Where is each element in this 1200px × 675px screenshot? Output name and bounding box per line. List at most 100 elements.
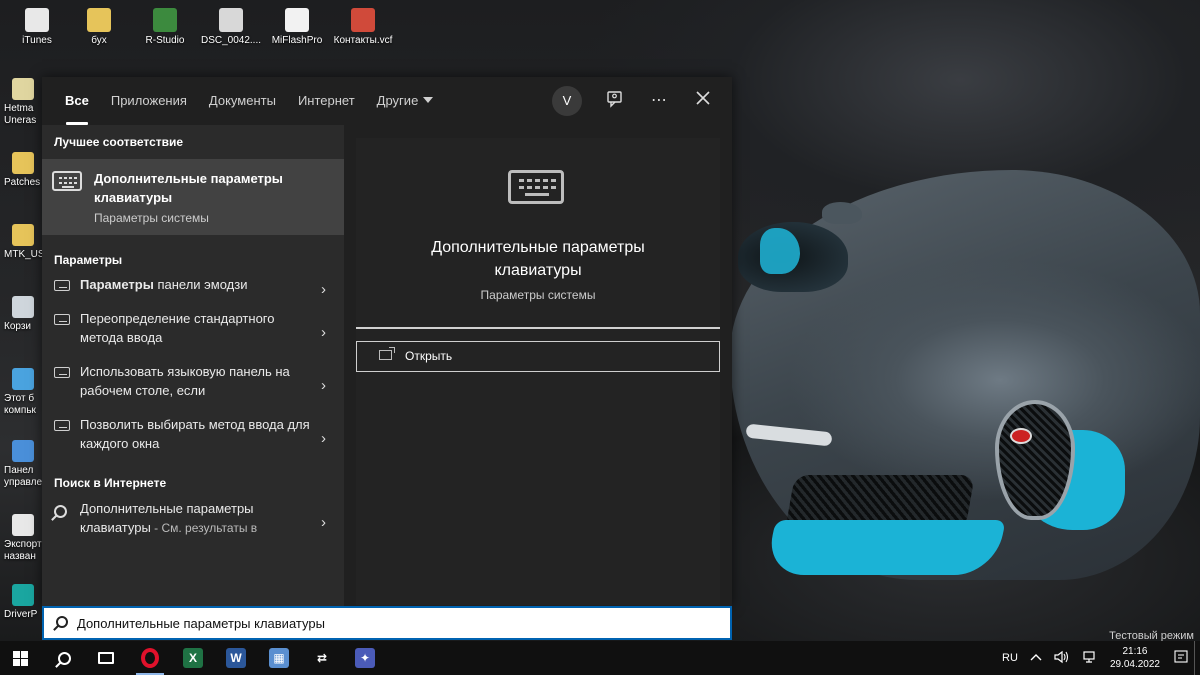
opera-icon [141,648,159,668]
chevron-right-icon: › [321,514,326,531]
best-match-title: Дополнительные параметры клавиатуры [94,171,283,205]
desktop-icon-label: Панел [4,465,34,476]
taskbar-app-button[interactable]: X [173,641,213,675]
desktop-icon-label: бух [91,35,107,46]
desktop-icon-label: iTunes [22,35,52,46]
system-tray: RU 21:16 29.04.2022 [996,641,1200,675]
divider [356,327,720,329]
word-icon: W [226,648,246,668]
network-icon[interactable] [1076,650,1102,667]
desktop-icon[interactable]: Корзи [0,296,44,333]
desktop-icon[interactable]: MiFlashPro [262,8,332,47]
desktop-icon-label: R-Studio [145,35,185,46]
desktop-icon-label: MTK_US [4,249,44,260]
search-input[interactable]: Дополнительные параметры клавиатуры [42,606,732,640]
search-panel: Все Приложения Документы Интернет Другие… [42,77,732,606]
search-icon [54,505,67,518]
desktop-icon[interactable]: MTK_US [0,224,44,261]
result-bold-text: Параметры [80,277,154,292]
network-app-icon: ✦ [355,648,375,668]
calculator-icon: ▦ [269,648,289,668]
desktop-icon-label: MiFlashPro [271,35,323,46]
desktop-icon-label: компьк [4,405,36,416]
r-studio-icon [153,8,177,32]
folder-icon [12,224,34,246]
notifications-icon[interactable] [1168,649,1194,667]
clock-time: 21:16 [1122,646,1148,657]
folder-icon [12,152,34,174]
chevron-right-icon: › [321,324,326,341]
start-button[interactable] [0,641,40,675]
taskbar-app-button[interactable]: ▦ [259,641,299,675]
contact-card-icon [351,8,375,32]
desktop-icon-label: DriverP [4,609,38,620]
best-match-header: Лучшее соответствие [54,135,184,149]
chevron-right-icon: › [321,377,326,394]
control-panel-icon [12,440,34,462]
desktop-icon[interactable]: iTunes [2,8,72,47]
clock-date: 29.04.2022 [1109,659,1160,670]
settings-result-override-input[interactable]: Переопределение стандартного метода ввод… [42,309,344,353]
language-indicator[interactable]: RU [996,652,1024,664]
tab-apps[interactable]: Приложения [100,77,198,125]
tab-more[interactable]: Другие [366,77,445,125]
taskbar-app-button[interactable]: W [216,641,256,675]
close-icon[interactable] [692,90,714,112]
taskbar-app-button[interactable]: ⇄ [302,641,342,675]
settings-result-emoji[interactable]: Параметры панели эмодзи › [42,275,344,301]
car-badge [1010,428,1032,444]
car-mirror [822,202,862,224]
test-mode-watermark: Тестовый режим [1109,630,1194,641]
best-match-item[interactable]: Дополнительные параметры клавиатуры Пара… [42,159,344,235]
search-taskbar-button[interactable] [44,641,84,675]
desktop-icon[interactable]: Панел управле [0,440,44,489]
recycle-bin-icon [12,296,34,318]
more-options-icon[interactable]: ⋯ [648,90,670,112]
desktop-icon[interactable]: Hetma Uneras [0,78,44,127]
desktop-icon-label: Контакты.vcf [333,35,393,46]
desktop-icon-label: управле [4,477,43,488]
chevron-down-icon [423,97,434,103]
taskbar-app-button[interactable]: ✦ [345,641,385,675]
taskbar-app-button[interactable] [130,641,170,675]
video-file-icon [219,8,243,32]
volume-icon[interactable] [1048,650,1076,667]
keyboard-icon [54,420,70,431]
hetman-icon [12,78,34,100]
desktop-icon[interactable]: DriverP [0,584,44,621]
desktop-icon[interactable]: бух [64,8,134,47]
tab-web[interactable]: Интернет [287,77,366,125]
shuffle-icon: ⇄ [312,648,332,668]
account-avatar[interactable]: V [552,86,582,116]
keyboard-icon [508,170,564,204]
desktop-icon[interactable]: R-Studio [130,8,200,47]
keyboard-icon [54,314,70,325]
tab-all[interactable]: Все [54,77,100,125]
desktop-icon[interactable]: DSC_0042.... [196,8,266,47]
settings-result-language-bar[interactable]: Использовать языковую панель на рабочем … [42,362,344,406]
web-result[interactable]: Дополнительные параметры клавиатуры - См… [42,499,344,543]
web-search-header: Поиск в Интернете [54,476,167,490]
clock[interactable]: 21:16 29.04.2022 [1102,645,1168,671]
desktop-icon[interactable]: Этот б компьк [0,368,44,417]
desktop-icon[interactable]: Patches [0,152,44,189]
feedback-icon[interactable] [604,90,626,112]
desktop-icon[interactable]: Контакты.vcf [328,8,398,47]
car-accent [760,228,800,274]
document-icon [12,514,34,536]
preview-pane: Дополнительные параметры клавиатуры Пара… [344,125,732,606]
results-list: Лучшее соответствие Дополнительные парам… [42,125,344,606]
tab-documents[interactable]: Документы [198,77,287,125]
search-query-text[interactable]: Дополнительные параметры клавиатуры [77,616,325,631]
taskbar: X W ▦ ⇄ ✦ RU 21:16 29.04.2022 [0,641,1200,675]
keyboard-icon [54,367,70,378]
web-result-suffix: - См. результаты в [150,521,258,535]
desktop-icon[interactable]: Экспорт назван [0,514,44,563]
settings-header: Параметры [54,253,123,267]
settings-result-per-window-input[interactable]: Позволить выбирать метод ввода для каждо… [42,415,344,459]
chevron-up-icon[interactable] [1024,652,1048,664]
show-desktop-button[interactable] [1194,641,1200,675]
task-view-button[interactable] [86,641,126,675]
desktop-icon-label: Этот б [4,393,35,404]
open-button[interactable]: Открыть [356,341,720,372]
